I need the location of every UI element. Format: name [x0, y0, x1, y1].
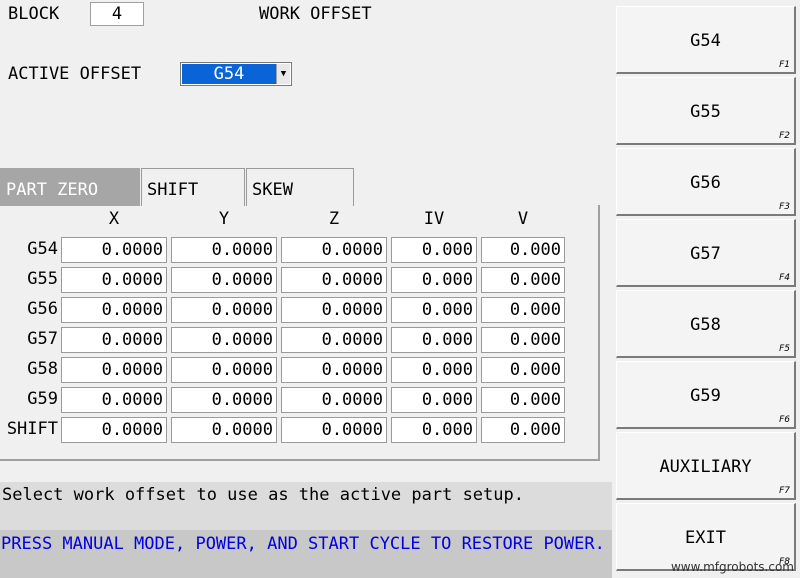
offset-cell[interactable]: 0.0000 — [171, 267, 277, 293]
warning-message: PRESS MANUAL MODE, POWER, AND START CYCL… — [0, 530, 612, 578]
offset-cell[interactable]: 0.000 — [391, 327, 477, 353]
tab-shift[interactable]: SHIFT — [141, 168, 245, 206]
fkey-button-f2[interactable]: G55 F2 — [616, 77, 796, 145]
column-header: V — [517, 209, 529, 229]
offset-cell[interactable]: 0.000 — [391, 297, 477, 323]
offset-cell[interactable]: 0.000 — [481, 327, 565, 353]
offset-cell[interactable]: 0.000 — [481, 267, 565, 293]
offset-cell[interactable]: 0.000 — [481, 237, 565, 263]
offset-cell[interactable]: 0.0000 — [281, 387, 387, 413]
offset-cell[interactable]: 0.0000 — [281, 327, 387, 353]
offset-cell[interactable]: 0.0000 — [171, 357, 277, 383]
row-label: G59 — [27, 389, 58, 409]
page-title: WORK OFFSET — [259, 4, 372, 24]
offset-cell[interactable]: 0.0000 — [61, 327, 167, 353]
offset-cell[interactable]: 0.0000 — [281, 357, 387, 383]
fkey-number: F1 — [779, 60, 790, 70]
info-message: Select work offset to use as the active … — [0, 482, 612, 530]
offset-cell[interactable]: 0.000 — [391, 267, 477, 293]
block-label: BLOCK — [8, 4, 60, 24]
offset-cell[interactable]: 0.0000 — [61, 357, 167, 383]
active-offset-select[interactable]: G54 ▼ — [180, 62, 292, 86]
fkey-number: F5 — [779, 344, 790, 354]
offset-cell[interactable]: 0.000 — [481, 297, 565, 323]
offset-cell[interactable]: 0.0000 — [61, 387, 167, 413]
offset-cell[interactable]: 0.000 — [391, 417, 477, 443]
row-label: SHIFT — [6, 419, 58, 439]
fkey-button-f5[interactable]: G58 F5 — [616, 290, 796, 358]
fkey-button-f3[interactable]: G56 F3 — [616, 148, 796, 216]
block-field[interactable]: 4 — [90, 2, 144, 26]
column-header: X — [108, 209, 120, 229]
fkey-button-f7[interactable]: AUXILIARY F7 — [616, 432, 796, 500]
fkey-label: G57 — [690, 244, 721, 264]
fkey-label: AUXILIARY — [659, 457, 752, 477]
offset-cell[interactable]: 0.0000 — [171, 237, 277, 263]
row-label: G55 — [27, 269, 58, 289]
offset-cell[interactable]: 0.000 — [481, 417, 565, 443]
offset-cell[interactable]: 0.0000 — [171, 417, 277, 443]
active-offset-value: G54 — [182, 64, 276, 84]
offset-cell[interactable]: 0.000 — [391, 357, 477, 383]
fkey-button-f6[interactable]: G59 F6 — [616, 361, 796, 429]
fkey-label: G56 — [690, 173, 721, 193]
fkey-label: G58 — [690, 315, 721, 335]
offset-cell[interactable]: 0.0000 — [281, 417, 387, 443]
fkey-number: F4 — [779, 273, 790, 283]
tab-part-zero[interactable]: PART ZERO — [0, 168, 140, 206]
fkey-label: G54 — [690, 31, 721, 51]
row-label: G57 — [27, 329, 58, 349]
row-label: G58 — [27, 359, 58, 379]
fkey-number: F2 — [779, 131, 790, 141]
offset-cell[interactable]: 0.0000 — [171, 297, 277, 323]
fkey-label: G55 — [690, 102, 721, 122]
offset-cell[interactable]: 0.0000 — [281, 267, 387, 293]
fkey-number: F7 — [779, 486, 790, 496]
active-offset-label: ACTIVE OFFSET — [8, 64, 142, 84]
offset-cell[interactable]: 0.0000 — [61, 237, 167, 263]
offset-cell[interactable]: 0.0000 — [61, 417, 167, 443]
column-header: Y — [218, 209, 230, 229]
offset-cell[interactable]: 0.000 — [481, 357, 565, 383]
fkey-button-f4[interactable]: G57 F4 — [616, 219, 796, 287]
offset-cell[interactable]: 0.000 — [481, 387, 565, 413]
fkey-number: F3 — [779, 202, 790, 212]
watermark: www.mfgrobots.com — [670, 560, 794, 574]
offset-cell[interactable]: 0.000 — [391, 387, 477, 413]
offset-cell[interactable]: 0.0000 — [61, 297, 167, 323]
fkey-button-f1[interactable]: G54 F1 — [616, 6, 796, 74]
offset-cell[interactable]: 0.0000 — [281, 297, 387, 323]
offset-cell[interactable]: 0.000 — [391, 237, 477, 263]
tab-skew[interactable]: SKEW — [246, 168, 354, 206]
offset-cell[interactable]: 0.0000 — [171, 387, 277, 413]
chevron-down-icon[interactable]: ▼ — [276, 64, 290, 84]
offset-cell[interactable]: 0.0000 — [61, 267, 167, 293]
offset-cell[interactable]: 0.0000 — [281, 237, 387, 263]
fkey-label: EXIT — [685, 528, 726, 548]
column-header: IV — [423, 209, 445, 229]
fkey-number: F6 — [779, 415, 790, 425]
row-label: G56 — [27, 299, 58, 319]
row-label: G54 — [27, 239, 58, 259]
offset-cell[interactable]: 0.0000 — [171, 327, 277, 353]
column-header: Z — [328, 209, 340, 229]
fkey-label: G59 — [690, 386, 721, 406]
